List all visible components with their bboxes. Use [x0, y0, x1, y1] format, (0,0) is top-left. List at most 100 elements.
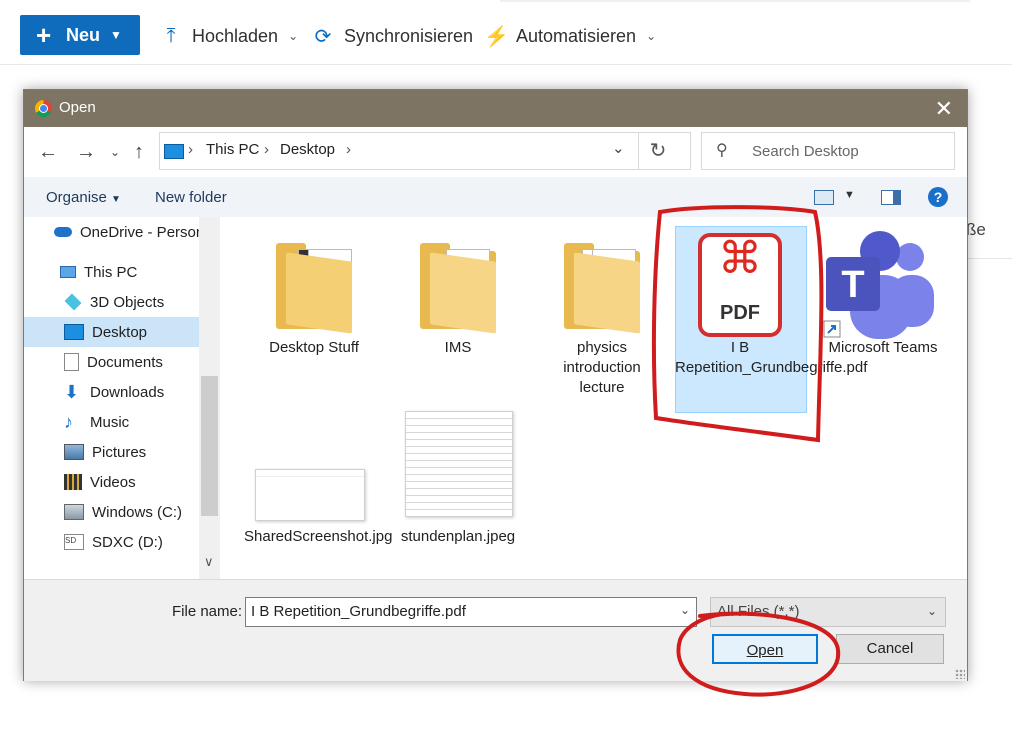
sidebar-item-label: Videos — [90, 473, 136, 491]
automate-icon: ⚡ — [484, 25, 509, 48]
sidebar-item-label: OneDrive - Person — [80, 223, 205, 241]
file-item-label: I B Repetition_Grundbegriffe.pdf — [675, 339, 868, 376]
pdf-icon-label: PDF — [720, 302, 760, 324]
scroll-down-icon[interactable]: ∨ — [204, 554, 214, 570]
file-item-folder[interactable]: Desktop Stuff — [244, 229, 384, 409]
dropdown-arrow-icon[interactable]: ▼ — [844, 189, 855, 201]
breadcrumb-separator-icon: › — [346, 141, 351, 158]
forward-arrow-icon[interactable]: → — [76, 141, 96, 164]
automate-button[interactable]: ⚡ Automatisieren ⌄ — [484, 22, 656, 50]
back-arrow-icon[interactable]: ← — [38, 141, 58, 164]
open-button[interactable]: Open — [712, 634, 818, 664]
file-item-image[interactable]: stundenplan.jpeg — [388, 411, 528, 577]
breadcrumb-desktop[interactable]: Desktop — [280, 141, 335, 158]
file-item-label: IMS — [444, 339, 472, 356]
dialog-command-bar: Organise ▼ New folder ▼ — [24, 177, 967, 218]
chevron-down-icon: ⌄ — [646, 29, 657, 43]
image-thumbnail — [405, 411, 513, 517]
pictures-icon — [64, 444, 84, 460]
file-item-folder[interactable]: physics introduction lecture — [532, 229, 672, 409]
cloud-icon — [54, 227, 72, 237]
breadcrumb-this-pc[interactable]: This PC — [206, 141, 259, 158]
pc-icon — [60, 266, 76, 278]
file-item-label: SharedScreenshot.jpg — [244, 528, 393, 545]
search-input[interactable]: ⚲ Search Desktop — [701, 132, 955, 170]
sidebar-item-label: Music — [90, 413, 130, 431]
chevron-down-icon: ▼ — [110, 28, 122, 42]
file-type-select[interactable]: All Files (*.*) ⌄ — [710, 597, 946, 627]
file-item-label: stundenplan.jpeg — [400, 528, 516, 545]
background-column-header: ße — [966, 220, 986, 239]
upload-button[interactable]: ⤒ Hochladen ⌄ — [160, 22, 299, 50]
sidebar-item-label: 3D Objects — [90, 293, 165, 311]
new-folder-button[interactable]: New folder — [155, 189, 227, 206]
chevron-down-icon[interactable]: ⌄ — [612, 139, 625, 157]
sidebar-item-label: Pictures — [92, 443, 147, 461]
file-item-label: Desktop Stuff — [269, 339, 359, 356]
microsoft-teams-icon: T — [823, 231, 934, 339]
automate-label: Automatisieren — [516, 25, 637, 46]
close-icon[interactable]: ✕ — [935, 96, 953, 122]
preview-pane-icon[interactable] — [881, 190, 901, 205]
dialog-footer: File name: I B Repetition_Grundbegriffe.… — [24, 579, 967, 681]
sidebar-item-label: Documents — [87, 353, 163, 371]
plus-icon: + — [36, 19, 52, 50]
folder-icon — [564, 241, 640, 334]
breadcrumb-separator-icon: › — [188, 141, 193, 158]
search-placeholder: Search Desktop — [752, 143, 859, 160]
view-options-icon[interactable] — [814, 190, 834, 205]
sync-icon: ⟳ — [314, 25, 332, 48]
cancel-button[interactable]: Cancel — [836, 634, 944, 664]
file-item-label: Microsoft Teams — [828, 339, 938, 356]
sidebar-item-label: This PC — [84, 263, 138, 281]
chevron-down-icon[interactable]: ⌄ — [680, 603, 690, 617]
music-icon: ♪ — [64, 412, 73, 432]
divider — [500, 0, 970, 2]
pdf-icon: ⌘ PDF — [698, 233, 782, 337]
refresh-button[interactable]: ↻ — [638, 133, 677, 169]
file-name-value: I B Repetition_Grundbegriffe.pdf — [251, 603, 466, 620]
sync-button[interactable]: ⟳ Synchronisieren — [312, 22, 473, 50]
file-item-folder[interactable]: IMS — [388, 229, 528, 409]
video-icon — [64, 474, 82, 490]
desktop-icon — [64, 324, 84, 340]
upload-label: Hochladen — [192, 25, 279, 46]
sidebar-item-label: Windows (C:) — [92, 503, 183, 521]
file-type-value: All Files (*.*) — [717, 603, 800, 620]
up-arrow-icon[interactable]: ↑ — [134, 141, 144, 164]
navigation-bar: ← → ⌄ ↑ › This PC › Desktop › ⌄ ↻ ⚲ Sear… — [24, 127, 967, 177]
scrollbar-thumb[interactable] — [201, 376, 218, 516]
new-button[interactable]: + Neu ▼ — [20, 15, 140, 55]
open-file-dialog: Open ✕ ← → ⌄ ↑ › This PC › Desktop › ⌄ ↻… — [23, 89, 968, 681]
upload-icon: ⤒ — [166, 24, 176, 47]
organise-label: Organise — [46, 189, 107, 206]
file-item-label: physics introduction lecture — [563, 339, 641, 396]
dialog-title: Open — [59, 99, 96, 116]
sidebar-item-label: SDXC (D:) — [92, 533, 163, 551]
dropdown-arrow-icon: ▼ — [111, 194, 121, 205]
address-bar[interactable]: › This PC › Desktop › ⌄ ↻ — [159, 132, 691, 170]
drive-icon — [64, 504, 84, 520]
file-name-input[interactable]: I B Repetition_Grundbegriffe.pdf ⌄ — [245, 597, 697, 627]
sidebar-item-label: Desktop — [92, 323, 148, 341]
file-item-shortcut[interactable]: T Microsoft Teams — [812, 229, 952, 409]
resize-grip-icon[interactable] — [955, 669, 965, 679]
search-icon: ⚲ — [716, 142, 728, 159]
dialog-titlebar: Open ✕ — [24, 90, 967, 127]
chevron-down-icon: ⌄ — [288, 29, 299, 43]
file-item-image[interactable]: SharedScreenshot.jpg — [244, 417, 393, 577]
acrobat-icon: ⌘ — [718, 234, 762, 283]
sd-card-icon: SD — [64, 534, 84, 550]
recent-locations-icon[interactable]: ⌄ — [110, 145, 120, 159]
file-item-pdf[interactable]: ⌘ PDF I B Repetition_Grundbegriffe.pdf — [675, 226, 868, 413]
sidebar-item-label: Downloads — [90, 383, 165, 401]
file-list: Desktop Stuff IMS physics introduction l… — [220, 217, 967, 579]
command-bar: + Neu ▼ ⤒ Hochladen ⌄ ⟳ Synchronisieren … — [0, 0, 1012, 65]
help-icon[interactable]: ? — [927, 186, 949, 208]
image-thumbnail — [255, 469, 365, 521]
document-icon — [64, 353, 79, 371]
cube-icon — [64, 293, 82, 311]
organise-button[interactable]: Organise ▼ — [46, 189, 121, 206]
chevron-down-icon: ⌄ — [926, 604, 937, 618]
breadcrumb-separator-icon: › — [264, 141, 269, 158]
